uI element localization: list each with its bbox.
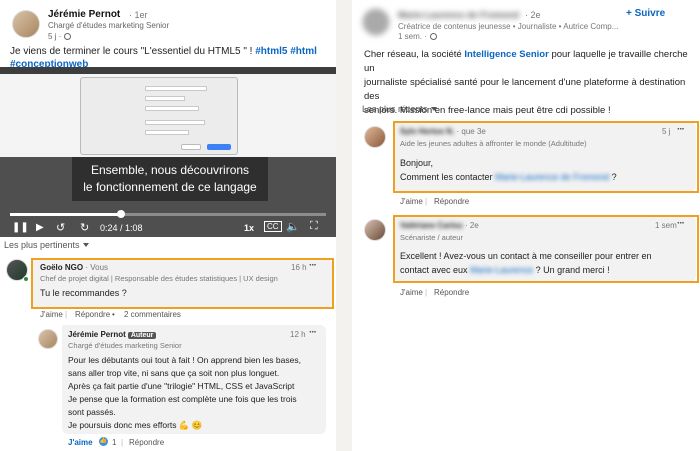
reply-line: Pour les débutants oui tout à fait ! On … [68,355,301,365]
reply-like-button[interactable]: J'aime [68,438,93,447]
video-progress-bar[interactable] [10,213,326,216]
dialog-field [145,86,207,91]
action-divider: | [65,310,68,319]
post-line: journaliste spécialisé santé pour le lan… [364,77,686,102]
captions-icon[interactable]: CC [264,221,282,232]
highlight-frame [393,215,699,283]
post-line: Cher réseau, la société Intelligence Sen… [364,48,698,76]
follow-button[interactable]: + Suivre [626,8,665,19]
chevron-down-icon [82,243,89,247]
post-time: 5 j · [48,32,72,41]
video-subtitle: Ensemble, nous découvrirons le fonctionn… [72,157,268,201]
reply-line: Après ça fait partie d'une "trilogie" HT… [68,381,295,391]
author-degree: · 2e [525,10,541,20]
dot-separator: • [112,310,115,319]
sort-dropdown[interactable]: Les plus pertinents [4,240,89,250]
action-divider: | [425,197,428,206]
sort-label: Les plus récents [362,104,428,114]
chevron-down-icon [430,107,437,111]
more-options-icon[interactable]: ··· [309,327,317,338]
author-headline: Créatrice de contenus jeunesse • Journal… [398,22,619,31]
reply-line: sans aller trop vite, ni sans que ça soi… [68,368,280,378]
highlight-frame [31,258,334,309]
post-line-part: Cher réseau, la société [364,49,465,60]
dialog-cancel [181,144,201,150]
forward-10-icon[interactable]: ↻ [80,221,89,234]
volume-icon[interactable]: 🔈 [286,220,300,233]
like-button[interactable]: J'aime [40,310,63,319]
author-avatar[interactable] [362,8,390,36]
online-status-dot [23,276,29,282]
highlight-frame [393,121,699,193]
video-frame-dialog [80,77,238,155]
hashtag-html5[interactable]: #html5 [255,46,287,57]
reply-author-avatar[interactable] [38,329,58,349]
video-frame-screen [0,67,336,157]
reply-text: Pour les débutants oui tout à fait ! On … [68,354,324,432]
play-icon[interactable]: ▶ [36,222,44,233]
commenter-avatar[interactable] [364,126,386,148]
author-badge: Auteur [127,332,157,339]
subtitle-line-1: Ensemble, nous découvrirons [90,163,250,177]
sort-dropdown[interactable]: Les plus récents [362,104,437,114]
reply-button[interactable]: Répondre [434,197,469,206]
reply-line: sont passés. [68,407,116,417]
left-post-panel: Jérémie Pernot · 1er Chargé d'études mar… [0,0,336,451]
dialog-field [145,106,199,111]
author-degree: · 1er [129,10,148,20]
video-frame-menubar [0,67,336,74]
reply-button[interactable]: Répondre [75,310,110,319]
subtitle-line-2: le fonctionnement de ce langage [83,180,257,194]
like-button[interactable]: J'aime [400,288,423,297]
thumbs-up-icon: 👍 [99,437,108,446]
video-time: 0:24 / 1:08 [100,223,143,233]
replies-count-link[interactable]: 2 commentaires [124,310,181,319]
reply-button[interactable]: Répondre [434,288,469,297]
post-text-intro: Je viens de terminer le cours "L'essenti… [10,46,256,57]
video-progress-fill [10,213,121,216]
sort-label: Les plus pertinents [4,240,80,250]
reply-reply-button[interactable]: Répondre [129,438,164,447]
globe-icon [64,33,72,40]
action-divider: | [425,288,428,297]
reply-like-count[interactable]: 1 [112,438,116,447]
post-time-text: 5 j · [48,32,62,41]
reply-author-name[interactable]: Jérémie Pernot Auteur [68,330,157,339]
company-link[interactable]: Intelligence Senior [464,49,548,60]
action-divider: | [121,438,124,447]
author-name[interactable]: Jérémie Pernot [48,9,120,20]
reply-time: 12 h [290,330,306,339]
author-headline: Chargé d'études marketing Senior [48,21,170,30]
like-button[interactable]: J'aime [400,197,423,206]
dot-separator: · [90,438,93,447]
author-name[interactable]: Marie-Laurence de Fromond [398,10,519,20]
pause-icon[interactable]: ❚❚ [12,222,29,233]
rewind-10-icon[interactable]: ↺ [56,221,65,234]
commenter-avatar[interactable] [364,219,386,241]
author-avatar[interactable] [12,10,40,38]
fullscreen-icon[interactable]: ⛶ [310,220,318,233]
post-header: Jérémie Pernot · 1er Chargé d'études mar… [8,8,328,44]
dialog-field [145,120,205,125]
reply-line: Je poursuis donc mes efforts 💪 😊 [68,420,203,430]
reply-author-headline: Chargé d'études marketing Senior [68,341,182,350]
dialog-field [145,130,189,135]
reply-author-name-text: Jérémie Pernot [68,330,126,339]
video-player[interactable]: Ensemble, nous découvrirons le fonctionn… [0,67,336,237]
post-time-text: 1 sem. · [398,32,427,41]
dialog-field [145,96,185,101]
globe-icon [429,33,437,40]
right-post-panel: Marie-Laurence de Fromond · 2e Créatrice… [352,0,700,451]
reply-line: Je pense que la formation est complète u… [68,394,297,404]
speed-button[interactable]: 1x [244,223,254,233]
dialog-save [207,144,231,150]
hashtag-html[interactable]: #html [290,46,317,57]
post-time: 1 sem. · [398,32,437,41]
video-progress-knob[interactable] [116,210,125,218]
